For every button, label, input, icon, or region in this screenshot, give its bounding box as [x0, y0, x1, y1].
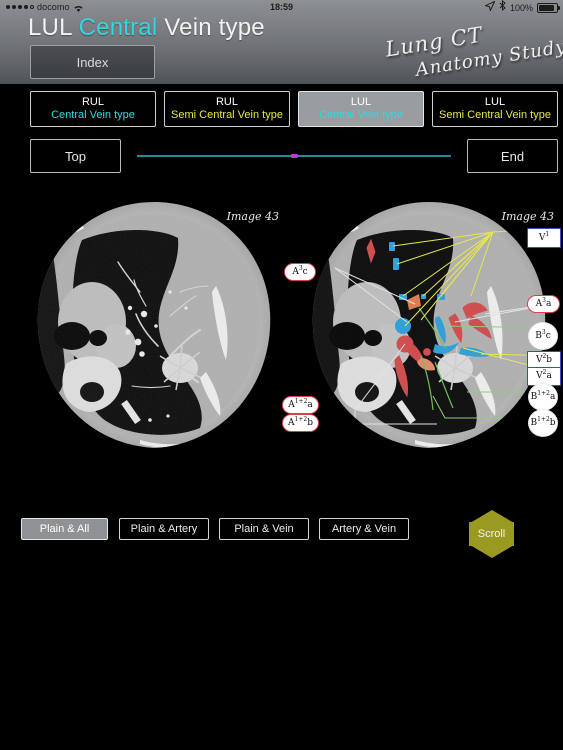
ct-plain-graphic	[20, 196, 288, 464]
end-button-label: End	[500, 148, 525, 164]
mode-button-label: Plain & Artery	[130, 523, 198, 535]
annotation-label-a1-2b[interactable]: A1+2b	[282, 414, 319, 432]
tab-lobe-label: LUL	[350, 96, 372, 108]
annotation-text: B1+2a	[530, 389, 556, 402]
tab-type-label: Semi Central Vein type	[439, 109, 551, 121]
annotation-text: V2b	[535, 353, 553, 365]
status-bar-right: 100%	[484, 0, 560, 15]
ct-image-plain[interactable]: Image 43	[20, 196, 288, 464]
scroll-label: Scroll	[477, 528, 506, 540]
tab-rul-central-vein-type[interactable]: RUL Central Vein type	[30, 91, 156, 127]
top-button[interactable]: Top	[30, 139, 121, 173]
tab-lul-central-vein-type[interactable]: LUL Central Vein type	[298, 91, 424, 127]
ct-image-annotated[interactable]: Image 43	[295, 196, 563, 464]
annotation-text: B1+2b	[530, 415, 556, 428]
mode-button-plain-artery[interactable]: Plain & Artery	[119, 518, 209, 540]
battery-percent-label: 100%	[509, 2, 533, 13]
annotation-text: A3c	[292, 264, 308, 277]
page-title-lobe: LUL	[28, 14, 79, 41]
end-button[interactable]: End	[467, 139, 558, 173]
mode-button-label: Plain & All	[39, 523, 90, 535]
slider-thumb[interactable]	[291, 154, 298, 158]
annotation-text: B3c	[535, 328, 551, 341]
mode-button-artery-vein[interactable]: Artery & Vein	[319, 518, 409, 540]
status-bar: docomo 18:59 100%	[0, 0, 563, 14]
annotation-label-a3c[interactable]: A3c	[284, 263, 316, 281]
tab-rul-semi-central-vein-type[interactable]: RUL Semi Central Vein type	[164, 91, 290, 127]
annotation-text: A1+2b	[288, 415, 313, 428]
scroll-down-icon[interactable]	[469, 545, 514, 558]
annotation-label-b1-2a[interactable]: B1+2a	[528, 383, 558, 411]
annotation-text: V1	[538, 230, 550, 243]
tab-lobe-label: LUL	[484, 96, 506, 108]
annotation-label-a1-2a[interactable]: A1+2a	[282, 396, 319, 414]
location-arrow-icon	[484, 0, 496, 15]
annotation-label-b1-2b[interactable]: B1+2b	[528, 409, 558, 437]
tab-lobe-label: RUL	[81, 96, 104, 108]
annotation-label-a3a[interactable]: A3a	[527, 295, 560, 313]
page-title-accent: Central	[78, 14, 158, 41]
ct-annotated-graphic	[295, 196, 563, 464]
tab-type-label: Semi Central Vein type	[171, 109, 283, 121]
app-root: docomo 18:59 100% LUL Central Vein type	[0, 0, 563, 750]
annotation-label-v1[interactable]: V1	[527, 228, 561, 248]
tab-lul-semi-central-vein-type[interactable]: LUL Semi Central Vein type	[432, 91, 558, 127]
tab-type-label: Central Vein type	[51, 109, 135, 121]
tab-lobe-label: RUL	[215, 96, 238, 108]
page-title-suffix: Vein type	[157, 14, 265, 41]
page-title: LUL Central Vein type	[28, 14, 265, 42]
scroll-control[interactable]: Scroll	[469, 510, 514, 558]
annotation-label-b3c[interactable]: B3c	[528, 322, 558, 350]
image-caption-right: Image 43	[501, 210, 554, 223]
annotation-text: A1+2a	[288, 397, 313, 410]
annotation-text: V2a	[536, 369, 552, 381]
bluetooth-icon	[499, 0, 506, 15]
mode-button-label: Artery & Vein	[331, 523, 397, 535]
mode-button-label: Plain & Vein	[234, 523, 294, 535]
image-caption-left: Image 43	[226, 210, 279, 223]
image-slider[interactable]	[137, 154, 451, 158]
annotation-text: A3a	[535, 296, 552, 309]
top-button-label: Top	[65, 148, 86, 164]
index-button[interactable]: Index	[30, 45, 155, 79]
mode-button-plain-vein[interactable]: Plain & Vein	[219, 518, 309, 540]
mode-button-plain-all[interactable]: Plain & All	[21, 518, 108, 540]
app-logo: Lung CT Anatomy Study	[371, 22, 563, 80]
index-button-label: Index	[76, 54, 109, 70]
status-bar-clock: 18:59	[269, 2, 294, 12]
battery-full-icon	[537, 2, 560, 13]
tab-type-label: Central Vein type	[319, 109, 403, 121]
